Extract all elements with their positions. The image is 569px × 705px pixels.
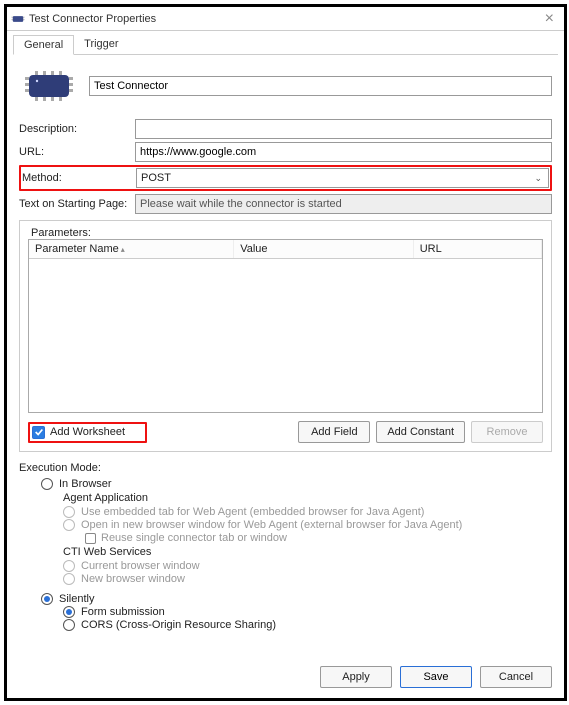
agent-application-label: Agent Application (63, 492, 552, 504)
description-input[interactable] (135, 119, 552, 139)
reuse-checkbox (85, 533, 96, 544)
radio-in-browser-label: In Browser (59, 478, 112, 490)
save-button[interactable]: Save (400, 666, 472, 688)
radio-embedded-label: Use embedded tab for Web Agent (embedded… (81, 506, 424, 518)
tab-content: Description: URL: Method: POST ⌄ Text on… (7, 55, 564, 640)
execution-mode-title: Execution Mode: (19, 462, 552, 474)
radio-silently-label: Silently (59, 593, 94, 605)
url-input[interactable] (135, 142, 552, 162)
tab-trigger[interactable]: Trigger (74, 35, 128, 54)
radio-in-browser-row: In Browser (41, 478, 552, 490)
chevron-down-icon: ⌄ (534, 173, 542, 184)
starttext-label: Text on Starting Page: (19, 198, 135, 210)
window-title: Test Connector Properties (29, 13, 156, 25)
dialog-window: Test Connector Properties × General Trig… (4, 4, 567, 701)
parameters-title: Parameters: (28, 227, 94, 239)
radio-embedded-row: Use embedded tab for Web Agent (embedded… (63, 506, 552, 518)
radio-silently-row: Silently (41, 593, 552, 605)
title-bar: Test Connector Properties × (7, 7, 564, 31)
radio-form-submission-row: Form submission (63, 606, 552, 618)
parameter-buttons: Add Field Add Constant Remove (298, 421, 543, 443)
method-value: POST (141, 172, 171, 184)
remove-button[interactable]: Remove (471, 421, 543, 443)
sort-asc-icon: ▴ (121, 245, 125, 254)
radio-in-browser[interactable] (41, 478, 53, 490)
column-parameter-name[interactable]: Parameter Name▴ (29, 240, 234, 258)
add-worksheet-checkbox[interactable] (32, 426, 45, 439)
add-field-button[interactable]: Add Field (298, 421, 370, 443)
radio-cti-new (63, 573, 75, 585)
radio-cors-row: CORS (Cross-Origin Resource Sharing) (63, 619, 552, 631)
connector-name-input[interactable] (89, 76, 552, 96)
parameters-footer: Add Worksheet Add Field Add Constant Rem… (28, 421, 543, 443)
apply-button[interactable]: Apply (320, 666, 392, 688)
col-name-text: Parameter Name (35, 243, 119, 255)
cancel-button[interactable]: Cancel (480, 666, 552, 688)
connector-chip-icon (11, 12, 25, 26)
radio-cti-new-label: New browser window (81, 573, 185, 585)
url-row: URL: (19, 142, 552, 162)
description-label: Description: (19, 123, 135, 135)
execution-mode-group: Execution Mode: In Browser Agent Applica… (19, 462, 552, 631)
starttext-row: Text on Starting Page: (19, 194, 552, 214)
radio-cors-label: CORS (Cross-Origin Resource Sharing) (81, 619, 276, 631)
column-value[interactable]: Value (234, 240, 414, 258)
connector-large-icon (23, 67, 75, 105)
radio-cti-current-row: Current browser window (63, 560, 552, 572)
dialog-footer-buttons: Apply Save Cancel (320, 666, 552, 688)
description-row: Description: (19, 119, 552, 139)
radio-newwindow (63, 519, 75, 531)
column-url[interactable]: URL (414, 240, 542, 258)
reuse-label: Reuse single connector tab or window (101, 532, 287, 544)
radio-cti-current (63, 560, 75, 572)
tab-strip: General Trigger (13, 35, 558, 55)
starttext-input[interactable] (135, 194, 552, 214)
tab-general[interactable]: General (13, 35, 74, 55)
method-row-highlight: Method: POST ⌄ (19, 165, 552, 191)
method-select[interactable]: POST ⌄ (136, 168, 549, 188)
radio-form-submission-label: Form submission (81, 606, 165, 618)
method-label: Method: (22, 172, 136, 184)
radio-silently[interactable] (41, 593, 53, 605)
add-worksheet-label: Add Worksheet (50, 426, 125, 438)
add-constant-button[interactable]: Add Constant (376, 421, 465, 443)
parameters-group: Parameters: Parameter Name▴ Value URL Ad… (19, 220, 552, 452)
add-worksheet-highlight: Add Worksheet (28, 422, 147, 443)
radio-cti-current-label: Current browser window (81, 560, 200, 572)
radio-form-submission[interactable] (63, 606, 75, 618)
close-icon[interactable]: × (539, 10, 560, 28)
radio-newwindow-label: Open in new browser window for Web Agent… (81, 519, 462, 531)
radio-cors[interactable] (63, 619, 75, 631)
radio-cti-new-row: New browser window (63, 573, 552, 585)
cti-web-services-label: CTI Web Services (63, 546, 552, 558)
radio-embedded (63, 506, 75, 518)
header-row (19, 63, 552, 109)
reuse-row: Reuse single connector tab or window (85, 532, 552, 544)
parameters-header: Parameter Name▴ Value URL (29, 240, 542, 259)
parameters-table[interactable]: Parameter Name▴ Value URL (28, 239, 543, 413)
url-label: URL: (19, 146, 135, 158)
radio-newwindow-row: Open in new browser window for Web Agent… (63, 519, 552, 531)
